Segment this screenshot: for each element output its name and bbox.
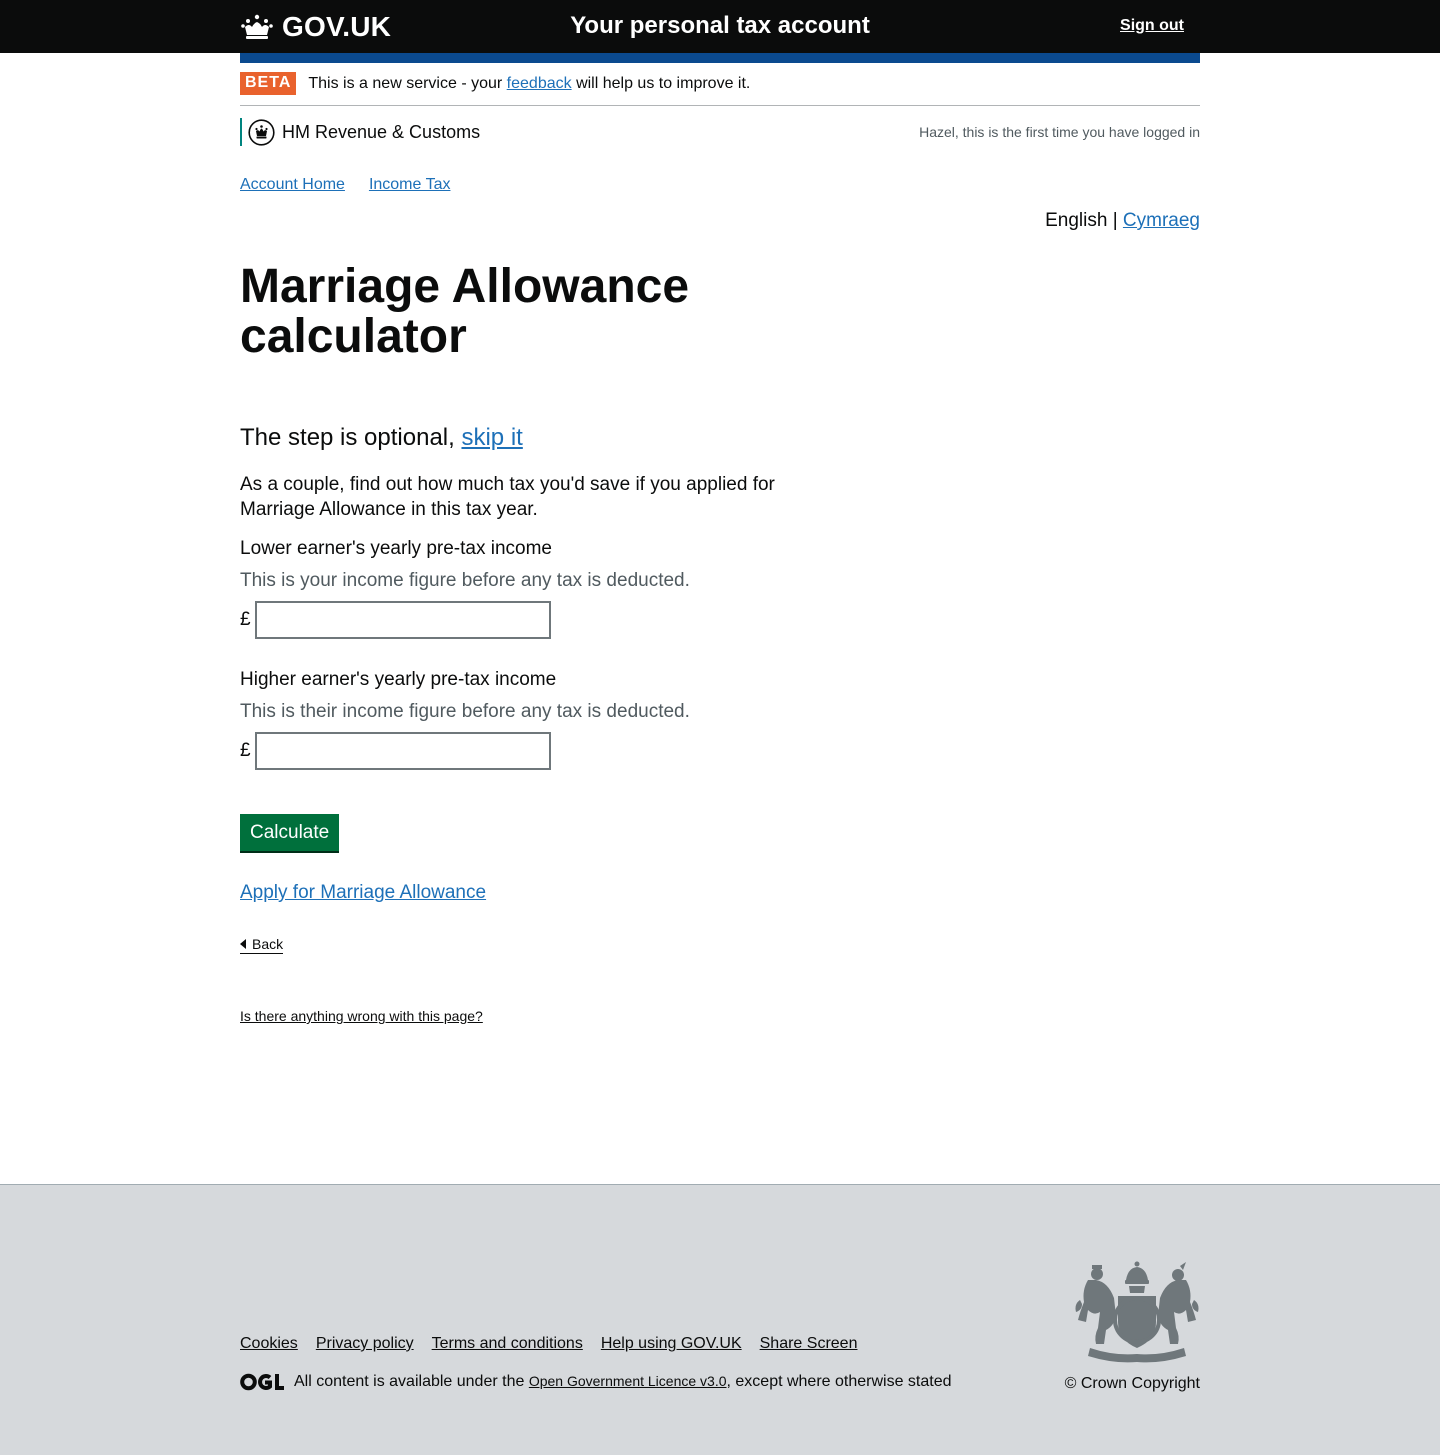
lower-income-label: Lower earner's yearly pre-tax income — [240, 538, 552, 559]
language-separator: | — [1112, 210, 1118, 231]
last-login-message: Hazel, this is the first time you have l… — [919, 124, 1200, 140]
footer-links: Cookies Privacy policy Terms and conditi… — [240, 1335, 857, 1353]
higher-income-hint: This is their income figure before any t… — [240, 701, 690, 722]
footer-link-privacy[interactable]: Privacy policy — [316, 1335, 414, 1353]
site-footer: Cookies Privacy policy Terms and conditi… — [0, 1184, 1440, 1455]
page-title: Marriage Allowance calculator — [240, 260, 690, 363]
optional-step-message: The step is optional, skip it — [240, 424, 523, 452]
sign-out-link[interactable]: Sign out — [1120, 17, 1184, 35]
breadcrumb: Account Home Income Tax — [240, 176, 450, 194]
report-problem-link[interactable]: Is there anything wrong with this page? — [240, 1008, 483, 1024]
organisation-row: HM Revenue & Customs Hazel, this is the … — [240, 118, 1200, 148]
licence-link[interactable]: Open Government Licence v3.0 — [529, 1373, 727, 1389]
skip-link[interactable]: skip it — [461, 424, 522, 451]
hmrc-logo: HM Revenue & Customs — [240, 118, 480, 146]
licence-text-before: All content is available under the — [294, 1373, 525, 1390]
licence-notice: All content is available under the Open … — [240, 1373, 952, 1391]
back-link-label: Back — [252, 936, 284, 952]
beta-tag: BETA — [240, 72, 297, 95]
footer-link-terms[interactable]: Terms and conditions — [432, 1335, 583, 1353]
calculate-button[interactable]: Calculate — [240, 814, 340, 851]
triangle-left-icon — [240, 939, 246, 949]
crown-copyright: © Crown Copyright — [1064, 1375, 1200, 1392]
language-toggle: English | Cymraeg — [1045, 210, 1200, 232]
intro-text: As a couple, find out how much tax you'd… — [240, 474, 775, 520]
language-cymraeg-link[interactable]: Cymraeg — [1123, 210, 1200, 231]
hmrc-name: HM Revenue & Customs — [282, 121, 481, 142]
beta-text-after: will help us to improve it. — [576, 75, 751, 92]
currency-symbol: £ — [240, 740, 251, 761]
lower-income-hint: This is your income figure before any ta… — [240, 570, 690, 591]
beta-banner: BETA This is a new service - your feedba… — [240, 72, 1200, 106]
back-link[interactable]: Back — [240, 936, 284, 954]
beta-message: This is a new service - your feedback wi… — [308, 72, 750, 96]
higher-income-input[interactable] — [255, 732, 551, 770]
higher-income-row: £ — [240, 732, 551, 770]
licence-text: All content is available under the Open … — [294, 1373, 952, 1391]
language-current: English — [1045, 210, 1108, 231]
footer-link-share-screen[interactable]: Share Screen — [760, 1335, 858, 1353]
optional-text: The step is optional, — [240, 424, 455, 451]
site-header: GOV.UK Your personal tax account Sign ou… — [0, 0, 1440, 53]
lower-income-row: £ — [240, 601, 551, 639]
royal-coat-of-arms — [1075, 1261, 1199, 1363]
header-blue-bar — [240, 53, 1200, 63]
breadcrumb-account-home[interactable]: Account Home — [240, 176, 345, 194]
service-name: Your personal tax account — [570, 12, 870, 39]
currency-symbol: £ — [240, 609, 251, 630]
licence-text-after: , except where otherwise stated — [726, 1373, 952, 1390]
footer-link-cookies[interactable]: Cookies — [240, 1335, 298, 1353]
beta-text-before: This is a new service - your — [308, 75, 503, 92]
ogl-logo — [240, 1373, 284, 1391]
apply-marriage-allowance-link[interactable]: Apply for Marriage Allowance — [240, 882, 486, 904]
breadcrumb-income-tax[interactable]: Income Tax — [369, 176, 451, 194]
footer-link-help[interactable]: Help using GOV.UK — [601, 1335, 742, 1353]
lower-income-input[interactable] — [255, 601, 551, 639]
crest-icon — [248, 118, 275, 146]
feedback-link[interactable]: feedback — [507, 75, 572, 92]
higher-income-label: Higher earner's yearly pre-tax income — [240, 669, 557, 690]
